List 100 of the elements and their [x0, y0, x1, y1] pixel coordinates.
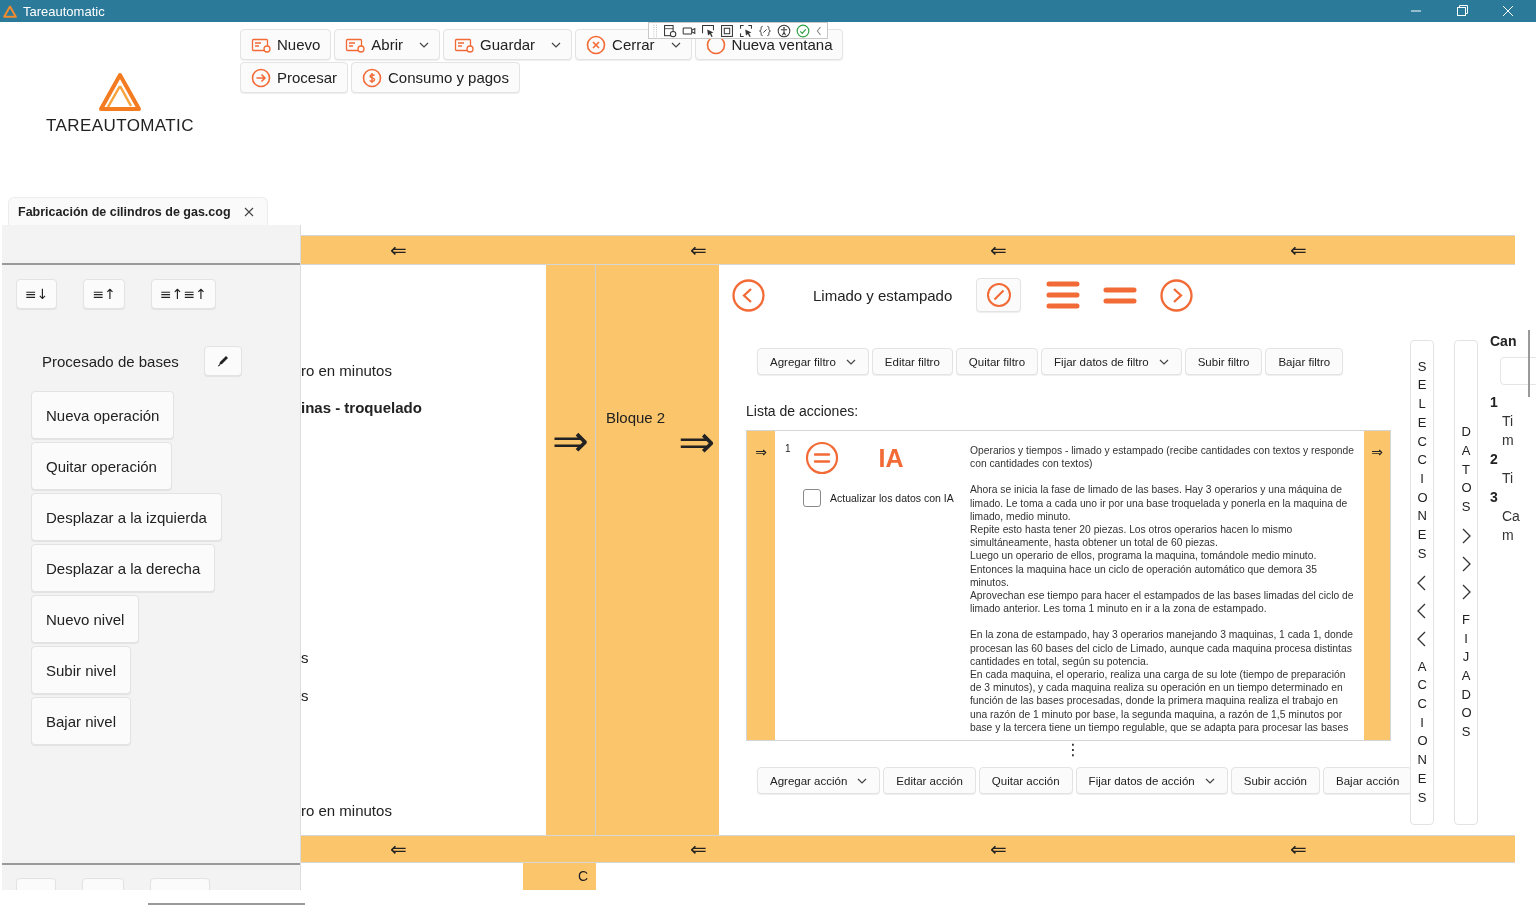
description-text: Aprovechan ese tiempo para hacer el estampados de las bases limadas del ciclo de limado anterior. Les toma 1 minuto en ir a la zona de estampado. [970, 589, 1355, 616]
checkbox-label: Actualizar los datos con IA [830, 492, 954, 504]
toolbar-button[interactable]: Agregar acción [757, 767, 881, 795]
square-icon[interactable] [720, 23, 735, 38]
description-text: En cada maquina, el operario, realiza una carga de su lote (tiempo de preparación de 3 minutos), y cada maquina realiza su operación en un tiempo determinado en función de las bases procesadas, donde la primera maquina realiza el trabajo en una razón de 1 minuto por base, la segunda maquina, a razón de 1,5 minutos por base y la tercera tiene un tiempo regulable, que se adapta para procesar las bases [970, 668, 1350, 735]
toolbar-button[interactable]: Guardar [443, 29, 573, 60]
block-label: C [577, 868, 588, 884]
equals-circle-icon [804, 441, 839, 475]
item-number: 3 [1490, 488, 1499, 507]
operation-button[interactable]: Quitar operación [31, 442, 172, 490]
panel-title: Procesado de bases [42, 352, 179, 370]
edit-icon [985, 282, 1012, 308]
block-title: Bloque 2 [606, 409, 667, 427]
block-text: ro en minutos [301, 361, 393, 381]
toolbar-button[interactable]: Subir filtro [1184, 348, 1263, 375]
toolbar-button[interactable]: Editar acción [883, 767, 976, 795]
dollar-circle-icon [362, 67, 383, 88]
sort-button[interactable]: ≡↓ [16, 279, 58, 309]
toolbar-button[interactable]: Fijar datos de acción [1075, 767, 1228, 795]
operation-button[interactable]: Bajar nivel [31, 697, 132, 745]
input-field[interactable] [1500, 357, 1536, 385]
app-logo-icon [3, 4, 17, 18]
operation-button[interactable]: Subir nivel [31, 646, 132, 694]
checkbox[interactable] [803, 489, 821, 507]
close-circle-icon [586, 34, 607, 55]
toolbar-button[interactable]: Editar filtro [871, 348, 953, 375]
toolbar-button[interactable]: Bajar filtro [1265, 348, 1344, 375]
toolbar-button[interactable]: Fijar datos de filtro [1041, 348, 1182, 375]
flow-arrow: ⇐ [990, 238, 1007, 262]
grip-icon [653, 23, 659, 38]
flow-arrow: ⇒ [678, 427, 715, 457]
item-text: Ti [1501, 469, 1515, 488]
toolbar-button[interactable]: Agregar filtro [757, 348, 869, 375]
region-select-icon[interactable] [739, 23, 754, 38]
toolbar-button[interactable]: Subir acción [1230, 767, 1321, 795]
flow-arrow: ⇐ [1290, 238, 1307, 262]
description-text: En la zona de estampado, hay 3 operarios manejando 3 maquinas, 1 cada 1, donde procesan las 60 bases del ciclo de Limado, aunque cada maquina procesa distintas cantidades en total, según su potencia. [970, 628, 1354, 669]
frame-settings-icon[interactable] [663, 23, 678, 38]
operation-button[interactable]: Nuevo nivel [31, 595, 140, 643]
chevron-down-icon [419, 41, 430, 48]
sort-button[interactable]: ≡↑ [83, 279, 125, 309]
ai-label: IA [878, 443, 904, 473]
accessibility-icon[interactable] [777, 23, 792, 38]
window-title: Tareautomatic [23, 3, 105, 19]
edit-button[interactable] [203, 346, 242, 376]
flow-arrow: ⇐ [390, 238, 407, 262]
block-text: s [301, 648, 310, 668]
close-icon[interactable] [242, 205, 255, 218]
item-text: Ca [1501, 507, 1521, 526]
toolbar-button[interactable]: Bajar acción [1323, 767, 1413, 795]
chevron-down-icon [845, 358, 856, 365]
item-text: m [1501, 431, 1515, 450]
scrollbar-thumb[interactable] [148, 903, 305, 905]
block-text: s [301, 686, 310, 706]
description-text: Ahora se inicia la fase de limado de las bases. Hay 3 operarios y una máquina de limado. Le toma a cada uno ir por una base troquelada y ponerla en la maquina de limado, medio minuto. [970, 483, 1349, 523]
list-label: Lista de acciones: [746, 403, 860, 420]
operation-button[interactable]: Desplazar a la izquierda [31, 493, 222, 541]
item-text: Ti [1501, 412, 1515, 431]
side-panel-tab[interactable]: SELECCIONES ACCIONES [1410, 340, 1434, 825]
flow-arrow: ⇐ [690, 837, 707, 861]
chevron-down-icon [670, 41, 681, 48]
check-circle-icon[interactable] [796, 23, 811, 38]
pointer-select-icon[interactable] [701, 23, 716, 38]
item-number: 1 [1490, 393, 1499, 412]
item-text: m [1501, 526, 1515, 545]
column-title: Can [1490, 333, 1517, 349]
document-icon [251, 36, 271, 53]
block-text: ro en minutos [301, 801, 393, 821]
operation-title: Limado y estampado [813, 286, 953, 304]
more-indicator[interactable]: ⋮ [1065, 743, 1081, 758]
previous-icon[interactable] [732, 278, 765, 312]
description-text: Entonces la maquina hace un ciclo de operación automático que demora 35 minutos. [970, 562, 1318, 590]
flow-arrow: ⇐ [390, 837, 407, 861]
toolbar-button[interactable]: Nuevo [240, 29, 332, 60]
toolbar-button[interactable]: Quitar filtro [955, 348, 1039, 375]
operation-button[interactable]: Nueva operación [31, 391, 175, 439]
menu-icon[interactable] [1046, 280, 1081, 310]
description-text: Operarios y tiempos - limado y estampado (recibe cantidades con textos y responde con cantidades con textos) [970, 444, 1356, 471]
sort-button[interactable]: ≡↑≡↑ [150, 279, 216, 309]
toolbar-button[interactable]: Abrir [334, 29, 441, 60]
side-panel-tab[interactable]: DATOS FIJADOS [1454, 340, 1478, 825]
description-text: Luego un operario de ellos, programa la maquina, tomándole medio minuto. [970, 549, 1318, 563]
document-icon [454, 36, 475, 53]
scrollbar-thumb[interactable] [1528, 330, 1530, 397]
toolbar-button[interactable]: Consumo y pagos [351, 62, 520, 93]
item-number: 2 [1490, 450, 1499, 469]
toolbar-button[interactable]: Procesar [240, 62, 349, 93]
next-icon[interactable] [1160, 278, 1194, 312]
block-text: inas - troquelado [301, 398, 423, 418]
chevron-down-icon [551, 41, 562, 48]
operation-button[interactable]: Desplazar a la derecha [31, 544, 216, 592]
flow-arrow: ⇒ [755, 444, 767, 460]
toolbar-button[interactable]: Quitar acción [978, 767, 1073, 795]
arrow-circle-icon [251, 67, 271, 88]
document-icon [345, 36, 366, 53]
braces-icon[interactable] [758, 23, 773, 38]
document-tab[interactable]: Fabricación de cilindros de gas.cog [8, 197, 268, 225]
logo-text: TAREAUTOMATIC [46, 116, 194, 136]
description-text: Repite esto hasta tener 20 piezas. Los otros operarios hacen lo mismo simultáneamente, hasta obtener un total de 60 piezas. [970, 523, 1294, 550]
edit-button[interactable] [976, 278, 1022, 312]
